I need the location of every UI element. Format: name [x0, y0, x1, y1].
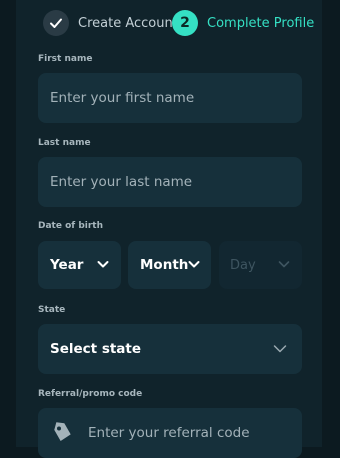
checkmark-icon — [50, 18, 62, 28]
step-current-circle: 2 — [172, 10, 198, 36]
year-select[interactable]: Year — [38, 241, 121, 289]
last-name-field[interactable]: Enter your last name — [38, 157, 302, 207]
date-of-birth-label: Date of birth — [38, 221, 103, 231]
step-complete-profile-label: Complete Profile — [207, 16, 315, 31]
state-select[interactable]: Select state — [38, 324, 302, 374]
state-label: State — [38, 305, 66, 315]
first-name-label: First name — [38, 54, 93, 64]
chevron-down-icon — [273, 345, 287, 353]
referral-code-field[interactable]: Enter your referral code — [38, 408, 302, 458]
referral-code-placeholder: Enter your referral code — [88, 425, 250, 441]
first-name-field[interactable]: Enter your first name — [38, 73, 302, 123]
year-select-value: Year — [50, 257, 84, 273]
tag-icon — [54, 422, 71, 441]
last-name-placeholder: Enter your last name — [50, 174, 193, 190]
last-name-label: Last name — [38, 138, 91, 148]
step-complete-circle — [43, 10, 69, 36]
first-name-placeholder: Enter your first name — [50, 90, 195, 106]
day-select[interactable]: Day — [219, 241, 302, 289]
month-select-value: Month — [140, 257, 189, 273]
month-select[interactable]: Month — [128, 241, 211, 289]
day-select-value: Day — [230, 257, 256, 273]
chevron-down-icon — [188, 261, 200, 268]
chevron-down-icon — [97, 261, 109, 268]
chevron-down-icon — [278, 261, 290, 268]
step-create-account-label: Create Account — [78, 16, 178, 31]
state-select-value: Select state — [50, 341, 142, 357]
referral-code-label: Referral/promo code — [38, 389, 143, 399]
